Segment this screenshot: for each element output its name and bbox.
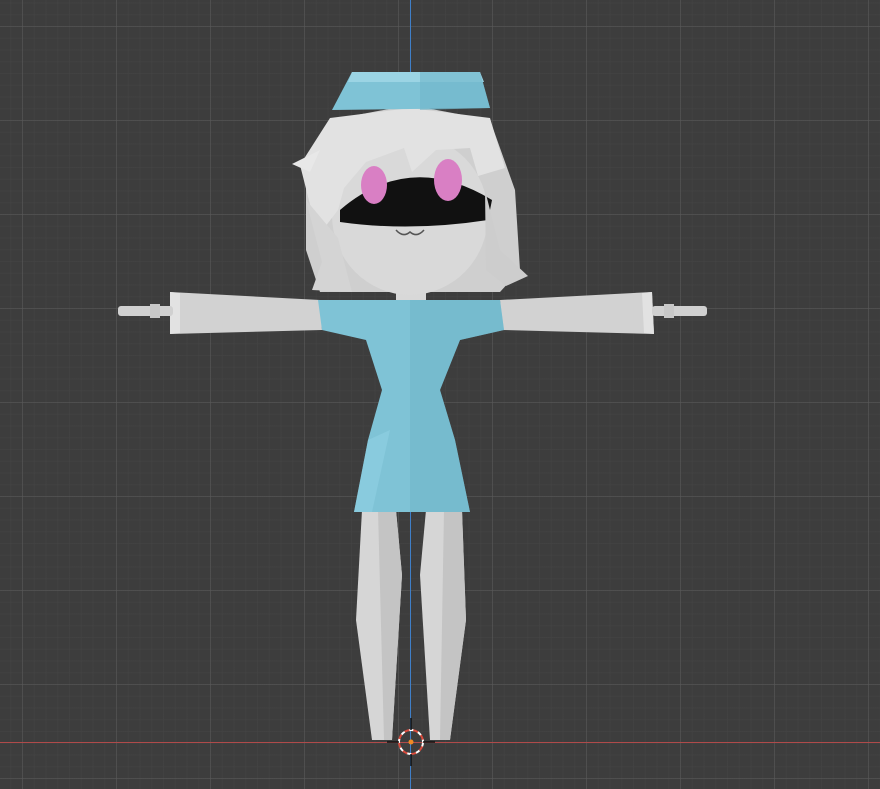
3d-viewport[interactable] [0, 0, 880, 789]
left-arm[interactable] [118, 292, 322, 334]
nurse-hat[interactable] [332, 72, 490, 110]
character-model[interactable] [0, 0, 880, 789]
right-arm[interactable] [500, 292, 707, 334]
dress[interactable] [318, 300, 504, 512]
right-eye [434, 159, 462, 201]
left-leg[interactable] [356, 510, 402, 740]
right-leg[interactable] [420, 510, 466, 740]
3d-cursor-icon[interactable] [387, 718, 435, 766]
left-eye [361, 166, 387, 204]
